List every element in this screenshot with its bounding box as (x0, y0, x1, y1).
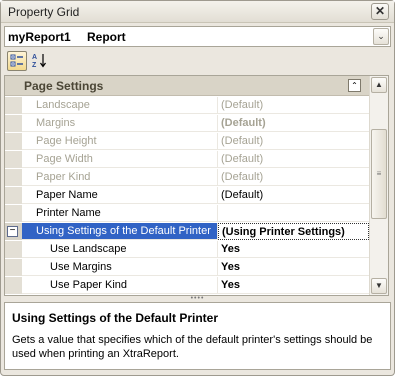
description-title: Using Settings of the Default Printer (12, 311, 219, 325)
categorized-button[interactable] (7, 51, 27, 71)
property-name[interactable]: Use Margins (22, 259, 218, 276)
property-grid-window: Property Grid ✕ myReport1 Report ⌄ A Z P… (0, 0, 395, 376)
selected-object-type: Report (87, 30, 126, 44)
description-text: Gets a value that specifies which of the… (12, 334, 373, 360)
row-gutter (5, 169, 22, 186)
chevron-up-icon: ⌃ (351, 81, 358, 90)
svg-text:A: A (32, 54, 37, 61)
row-gutter (5, 241, 22, 258)
grip-icon: ≡ (376, 169, 382, 178)
property-row[interactable]: Printer Name (5, 205, 369, 222)
chevron-down-icon: ⌄ (377, 31, 385, 41)
property-name[interactable]: Use Landscape (22, 241, 218, 258)
collapse-icon[interactable]: − (7, 226, 18, 237)
description-panel: Using Settings of the Default Printer Ge… (4, 302, 391, 370)
row-gutter (5, 187, 22, 204)
property-row[interactable]: Use Margins Yes (5, 259, 369, 276)
property-name[interactable]: Page Width (22, 151, 218, 168)
arrow-up-icon: ▲ (375, 80, 383, 89)
toolbar: A Z (4, 50, 391, 74)
arrow-down-icon: ▼ (375, 281, 383, 290)
property-value[interactable]: (Default) (218, 133, 369, 150)
title-bar[interactable]: Property Grid ✕ (1, 1, 394, 23)
selector-dropdown-button[interactable]: ⌄ (373, 28, 389, 45)
property-row[interactable]: Use Paper Kind Yes (5, 277, 369, 294)
svg-text:Z: Z (32, 62, 37, 68)
scroll-down-button[interactable]: ▼ (371, 278, 387, 294)
property-row[interactable]: Margins (Default) (5, 115, 369, 132)
row-gutter (5, 151, 22, 168)
property-row[interactable]: Use Landscape Yes (5, 241, 369, 258)
property-row[interactable]: Paper Kind (Default) (5, 169, 369, 186)
scroll-thumb[interactable]: ≡ (371, 129, 387, 219)
row-gutter (5, 133, 22, 150)
property-name[interactable]: Use Paper Kind (22, 277, 218, 294)
property-value[interactable]: (Default) (218, 97, 369, 114)
property-name[interactable]: Printer Name (22, 205, 218, 222)
splitter-grip-icon: •••• (190, 295, 205, 302)
property-value[interactable]: (Default) (218, 169, 369, 186)
category-label: Page Settings (24, 79, 104, 93)
property-value[interactable]: (Default) (218, 115, 369, 132)
alphabetical-button[interactable]: A Z (29, 51, 49, 71)
property-value[interactable]: Yes (218, 277, 369, 294)
property-value[interactable]: Yes (218, 259, 369, 276)
property-value[interactable] (218, 205, 369, 222)
property-value[interactable]: (Default) (218, 151, 369, 168)
property-row[interactable]: Paper Name (Default) (5, 187, 369, 204)
row-gutter (5, 259, 22, 276)
property-name[interactable]: Landscape (22, 97, 218, 114)
property-value[interactable]: (Using Printer Settings) (218, 223, 369, 240)
object-selector[interactable]: myReport1 Report ⌄ (4, 26, 391, 47)
property-name[interactable]: Paper Kind (22, 169, 218, 186)
property-name[interactable]: Page Height (22, 133, 218, 150)
scroll-up-button[interactable]: ▲ (371, 77, 387, 93)
property-name[interactable]: Margins (22, 115, 218, 132)
property-value[interactable]: (Default) (218, 187, 369, 204)
property-row[interactable]: Page Width (Default) (5, 151, 369, 168)
row-gutter (5, 115, 22, 132)
property-row[interactable]: Using Settings of the Default Printer − (U… (5, 223, 369, 240)
row-gutter (5, 205, 22, 222)
categorized-icon (10, 54, 23, 67)
vertical-scrollbar[interactable]: ▲ ≡ ▼ (369, 76, 388, 295)
property-name[interactable]: Using Settings of the Default Printer (22, 223, 218, 240)
property-value[interactable]: Yes (218, 241, 369, 258)
window-title: Property Grid (8, 5, 80, 19)
property-grid: Page Settings ⌃ Landscape (Default) Margin… (4, 75, 389, 296)
category-collapse-button[interactable]: ⌃ (348, 79, 361, 92)
property-row[interactable]: Page Height (Default) (5, 133, 369, 150)
close-button[interactable]: ✕ (371, 3, 389, 20)
row-gutter (5, 277, 22, 294)
category-page-settings[interactable]: Page Settings ⌃ (5, 76, 369, 96)
alphabetical-icon: A Z (32, 54, 46, 69)
selected-object-name: myReport1 (8, 30, 71, 44)
row-gutter (5, 97, 22, 114)
property-name[interactable]: Paper Name (22, 187, 218, 204)
property-row[interactable]: Landscape (Default) (5, 97, 369, 114)
close-icon: ✕ (374, 4, 386, 18)
